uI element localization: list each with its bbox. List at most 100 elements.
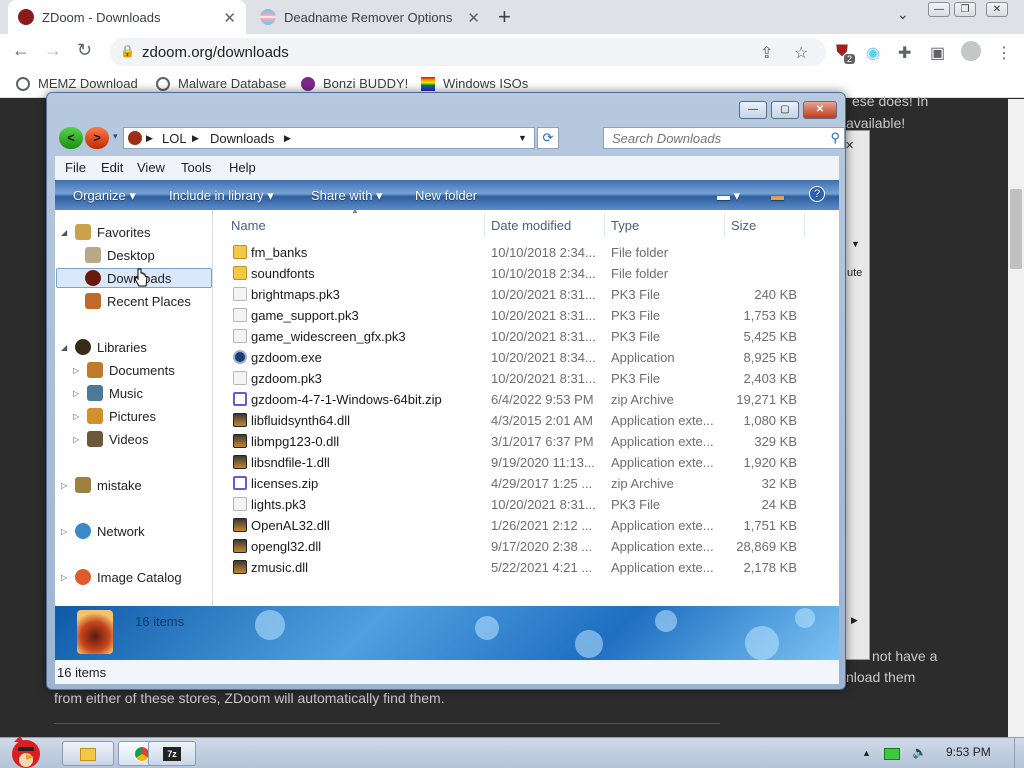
expand-triangle-icon[interactable]: ▷	[73, 435, 83, 444]
bookmark-bonzi-buddy[interactable]: Bonzi BUDDY!	[301, 76, 408, 91]
expand-triangle-icon[interactable]: ▷	[73, 366, 83, 375]
organize-button[interactable]: Organize ▾	[73, 188, 136, 204]
taskbar-explorer-button[interactable]	[62, 741, 114, 766]
file-row[interactable]: game_support.pk3 10/20/2021 8:31... PK3 Fi…	[213, 305, 813, 326]
page-scrollbar-thumb[interactable]	[1010, 189, 1022, 269]
breadcrumb-lol[interactable]: LOL	[162, 131, 187, 146]
bookmark-malware-database[interactable]: Malware Database	[156, 76, 286, 91]
share-with-button[interactable]: Share with ▾	[311, 188, 383, 204]
tab-search-chevron-icon[interactable]: ⌄	[897, 6, 909, 23]
address-dropdown-icon[interactable]: ▼	[518, 133, 527, 143]
expand-triangle-icon[interactable]: ▷	[61, 481, 71, 490]
new-folder-button[interactable]: New folder	[415, 188, 477, 203]
nav-image-catalog[interactable]: ▷ Image Catalog	[61, 569, 182, 585]
expand-triangle-icon[interactable]: ▷	[61, 573, 71, 582]
close-browser-button[interactable]: ✕	[986, 2, 1008, 17]
maximize-browser-button[interactable]: ❐	[954, 2, 976, 17]
minimize-button[interactable]: —	[739, 101, 767, 119]
file-row[interactable]: OpenAL32.dll 1/26/2021 2:12 ... Applicatio…	[213, 515, 813, 536]
close-button[interactable]: ✕	[803, 101, 837, 119]
file-row[interactable]: game_widescreen_gfx.pk3 10/20/2021 8:31..…	[213, 326, 813, 347]
close-tab-icon[interactable]: ✕	[223, 9, 236, 27]
file-row[interactable]: gzdoom.exe 10/20/2021 8:34... Application 8…	[213, 347, 813, 368]
lock-icon[interactable]: 🔒	[120, 44, 135, 58]
dialog-close-icon[interactable]: ✕	[845, 139, 854, 152]
column-header-name[interactable]: Name	[225, 214, 485, 238]
extensions-puzzle-icon[interactable]: ✚	[898, 43, 911, 63]
nav-favorites[interactable]: ◢ Favorites	[61, 224, 150, 240]
angry-bird-start-button-icon[interactable]	[4, 730, 50, 768]
search-box[interactable]: ⚲	[603, 127, 845, 149]
change-view-icon[interactable]: ▬ ▾	[717, 188, 740, 204]
nav-documents[interactable]: ▷ Documents	[73, 362, 175, 378]
url-text[interactable]: zdoom.org/downloads	[142, 44, 289, 61]
column-header-date-modified[interactable]: Date modified	[485, 214, 605, 238]
bookmark-windows-isos[interactable]: Windows ISOs	[421, 76, 528, 91]
expand-triangle-icon[interactable]: ▷	[73, 412, 83, 421]
menu-file[interactable]: File	[65, 160, 86, 175]
dialog-dropdown-chevron-icon[interactable]: ▼	[851, 239, 860, 249]
collapse-triangle-icon[interactable]: ◢	[61, 343, 71, 352]
file-row[interactable]: fm_banks 10/10/2018 2:34... File folder	[213, 242, 813, 263]
nav-recent-places[interactable]: Recent Places	[85, 293, 191, 309]
menu-tools[interactable]: Tools	[181, 160, 211, 175]
expand-triangle-icon[interactable]: ▷	[61, 527, 71, 536]
include-in-library-button[interactable]: Include in library ▾	[169, 188, 274, 204]
file-row[interactable]: gzdoom.pk3 10/20/2021 8:31... PK3 File 2,40…	[213, 368, 813, 389]
collapse-triangle-icon[interactable]: ◢	[61, 228, 71, 237]
file-row[interactable]: libmpg123-0.dll 3/1/2017 6:37 PM Applicati…	[213, 431, 813, 452]
file-row[interactable]: licenses.zip 4/29/2017 1:25 ... zip Archiv…	[213, 473, 813, 494]
menu-help[interactable]: Help	[229, 160, 256, 175]
search-icon[interactable]: ⚲	[830, 130, 840, 146]
taskbar-clock[interactable]: 9:53 PM	[946, 745, 991, 759]
nav-videos[interactable]: ▷ Videos	[73, 431, 149, 447]
maximize-button[interactable]: ▢	[771, 101, 799, 119]
breadcrumb-downloads[interactable]: Downloads	[210, 131, 274, 146]
forward-icon[interactable]: →	[44, 40, 62, 61]
help-icon[interactable]: ?	[809, 186, 825, 202]
file-row[interactable]: lights.pk3 10/20/2021 8:31... PK3 File 24 K…	[213, 494, 813, 515]
preview-pane-icon[interactable]: ▬	[771, 188, 784, 203]
nav-downloads[interactable]: Downloads	[85, 270, 171, 286]
show-desktop-button[interactable]	[1014, 738, 1024, 768]
battery-icon[interactable]	[884, 748, 900, 760]
show-hidden-icons-chevron-icon[interactable]: ▲	[862, 748, 871, 758]
nav-network[interactable]: ▷ Network	[61, 523, 145, 539]
nav-desktop[interactable]: Desktop	[85, 247, 155, 263]
deadname-remover-extension-icon[interactable]: ◉	[866, 43, 880, 63]
close-tab-icon[interactable]: ✕	[467, 9, 480, 27]
new-tab-icon[interactable]: +	[498, 4, 511, 30]
menu-view[interactable]: View	[137, 160, 165, 175]
file-row[interactable]: gzdoom-4-7-1-Windows-64bit.zip 6/4/2022 9…	[213, 389, 813, 410]
nav-pictures[interactable]: ▷ Pictures	[73, 408, 156, 424]
back-arrow-button[interactable]: <	[59, 127, 83, 149]
nav-mistake[interactable]: ▷ mistake	[61, 477, 142, 493]
address-bar[interactable]: 🔒 zdoom.org/downloads ⇪ ☆	[110, 38, 826, 66]
profile-avatar-icon[interactable]	[961, 41, 981, 61]
file-row[interactable]: opengl32.dll 9/17/2020 2:38 ... Applicatio…	[213, 536, 813, 557]
forward-arrow-button[interactable]: >	[85, 127, 109, 149]
bookmark-memz[interactable]: MEMZ Download	[16, 76, 138, 91]
nav-music[interactable]: ▷ Music	[73, 385, 143, 401]
reload-icon[interactable]: ↻	[77, 40, 92, 61]
refresh-button[interactable]: ⟳	[537, 127, 559, 149]
file-row[interactable]: libfluidsynth64.dll 4/3/2015 2:01 AM Appli…	[213, 410, 813, 431]
dialog-scroll-right-icon[interactable]: ▶	[851, 615, 858, 626]
kebab-menu-icon[interactable]: ⋮	[996, 43, 1012, 63]
expand-triangle-icon[interactable]: ▷	[73, 389, 83, 398]
column-header-size[interactable]: Size	[725, 214, 805, 238]
bookmark-star-icon[interactable]: ☆	[794, 43, 808, 63]
menu-edit[interactable]: Edit	[101, 160, 123, 175]
minimize-browser-button[interactable]: —	[928, 2, 950, 17]
tab-deadname-remover[interactable]: Deadname Remover Options ✕	[250, 0, 490, 34]
taskbar-7zip-button[interactable]: 7z	[148, 741, 196, 766]
file-row[interactable]: libsndfile-1.dll 9/19/2020 11:13... Applic…	[213, 452, 813, 473]
search-input[interactable]	[612, 130, 812, 146]
back-icon[interactable]: ←	[12, 40, 30, 61]
file-row[interactable]: brightmaps.pk3 10/20/2021 8:31... PK3 File…	[213, 284, 813, 305]
tab-zdoom[interactable]: ZDoom - Downloads ✕	[8, 0, 246, 34]
file-row[interactable]: soundfonts 10/10/2018 2:34... File folder	[213, 263, 813, 284]
nav-libraries[interactable]: ◢ Libraries	[61, 339, 147, 355]
address-breadcrumb[interactable]: ▶ LOL ▶ Downloads ▶ ▼	[123, 127, 535, 149]
side-panel-icon[interactable]: ▣	[930, 43, 945, 63]
